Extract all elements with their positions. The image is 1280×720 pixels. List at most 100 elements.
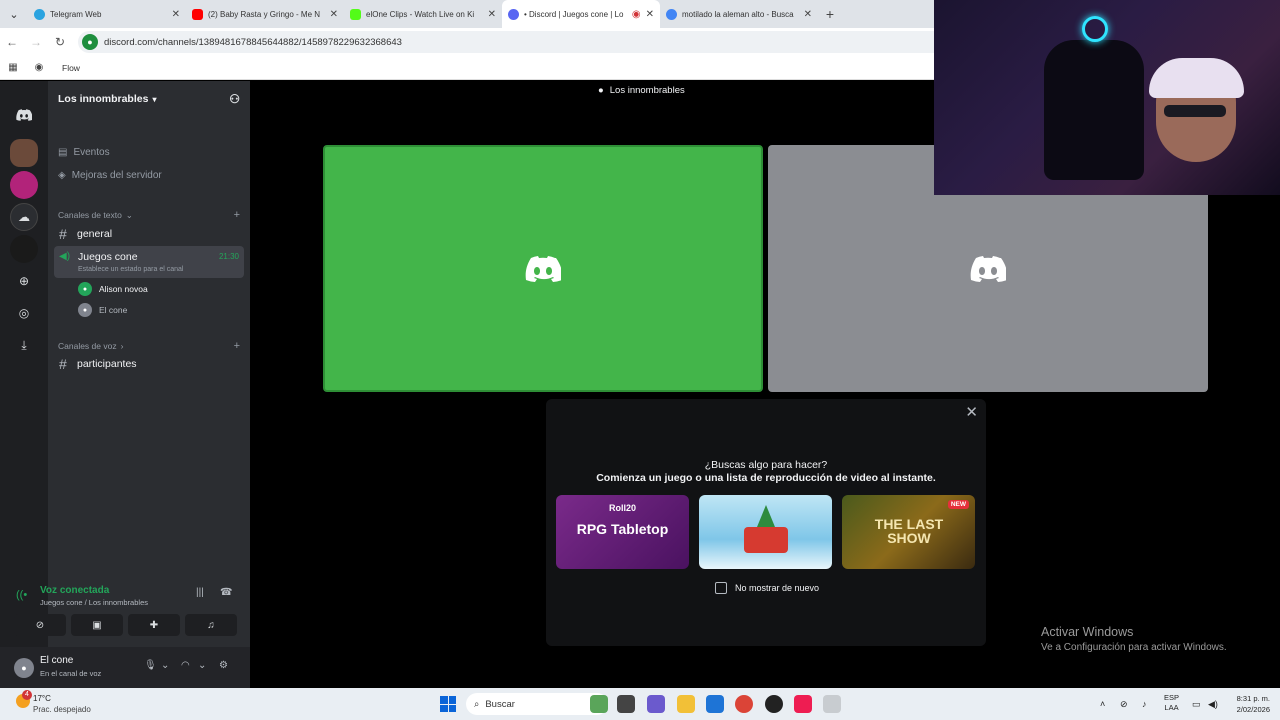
voice-status[interactable]: Voz conectada: [40, 585, 109, 596]
close-icon[interactable]: ✕: [965, 403, 978, 421]
add-channel-icon[interactable]: +: [234, 340, 240, 352]
mic-indicator-icon[interactable]: ●: [82, 34, 98, 50]
checkbox[interactable]: [715, 582, 727, 594]
disconnect-icon[interactable]: ☎: [220, 587, 232, 598]
chrome-icon[interactable]: [735, 695, 753, 713]
category-label: Canales de texto: [58, 210, 122, 220]
tab-search-icon[interactable]: ⌄: [0, 0, 28, 28]
display-icon[interactable]: ▭: [1192, 688, 1201, 720]
clock[interactable]: 8:31 p. m. 2/02/2026: [1228, 693, 1270, 715]
obs-icon[interactable]: [765, 695, 783, 713]
voice-icon: ●: [598, 85, 604, 96]
microphone-icon[interactable]: 🎙︎: [144, 660, 157, 671]
tab-youtube[interactable]: (2) Baby Rasta y Gringo - Me N ✕: [186, 0, 344, 28]
watermark-line2: Ve a Configuración para activar Windows.: [1041, 642, 1227, 653]
recording-icon: ◉: [631, 8, 641, 20]
channel-status[interactable]: Establece un estado para el canal: [78, 266, 183, 273]
new-tab-icon[interactable]: +: [818, 6, 842, 22]
weather-widget[interactable]: 4 17°C Prac. despejado: [14, 690, 114, 716]
activity-card-rpg-tabletop[interactable]: Roll20 RPG Tabletop: [556, 495, 689, 569]
voice-user[interactable]: ● El cone: [78, 303, 127, 317]
download-icon[interactable]: ⤓: [10, 331, 38, 359]
voice-category[interactable]: Canales de voz › +: [58, 340, 240, 352]
network-off-icon[interactable]: ⊘: [1120, 688, 1128, 720]
server-header[interactable]: Los innombrables ▾ ⚇: [48, 81, 250, 117]
add-server-icon[interactable]: ⊕: [10, 267, 38, 295]
chevron-down-icon[interactable]: ⌄: [161, 660, 169, 671]
back-icon[interactable]: ←: [0, 30, 24, 54]
file-explorer-icon[interactable]: [677, 695, 695, 713]
store-icon[interactable]: [706, 695, 724, 713]
add-member-icon[interactable]: ⚇: [229, 92, 240, 106]
activity-card-last-show[interactable]: THE LAST SHOW NEW: [842, 495, 975, 569]
close-tab-icon[interactable]: ✕: [646, 9, 654, 20]
text-category[interactable]: Canales de texto ⌄ +: [58, 209, 240, 221]
server-icon[interactable]: [10, 235, 38, 263]
add-channel-icon[interactable]: +: [234, 209, 240, 221]
chevron-down-icon: ⌄: [125, 209, 133, 220]
tab-telegram[interactable]: Telegram Web ✕: [28, 0, 186, 28]
screenshare-button[interactable]: ▣: [71, 614, 123, 636]
tree-illustration: [757, 505, 775, 527]
user-panel: ● El cone En el canal de voz 🎙︎ ⌄ ◠ ⌄ ⚙: [0, 647, 250, 688]
tab-title: • Discord | Juegos cone | Lo: [524, 9, 624, 19]
search-label: Buscar: [485, 698, 515, 710]
soundboard-button[interactable]: ♫: [185, 614, 237, 636]
task-view-icon[interactable]: [617, 695, 635, 713]
avatar: ●: [78, 282, 92, 296]
close-tab-icon[interactable]: ✕: [330, 9, 338, 20]
app-icon[interactable]: [823, 695, 841, 713]
tab-kick[interactable]: elOne Clips - Watch Live on Ki ✕: [344, 0, 502, 28]
voice-location[interactable]: Juegos cone / Los innombrables: [40, 598, 148, 607]
server-icon[interactable]: [10, 171, 38, 199]
activity-card-snow-game[interactable]: [699, 495, 832, 569]
explore-icon[interactable]: ◎: [10, 299, 38, 327]
apps-grid-icon[interactable]: ▦: [0, 62, 26, 73]
chevron-down-icon[interactable]: ⌄: [198, 660, 206, 671]
google-icon: [666, 8, 677, 20]
user-name[interactable]: El cone: [40, 655, 73, 666]
bookmark-flow[interactable]: Flow: [62, 63, 80, 73]
discord-home-icon[interactable]: [10, 101, 38, 129]
gear-icon[interactable]: ⚙: [219, 660, 228, 671]
boost-item[interactable]: ◈ Mejoras del servidor: [58, 170, 162, 181]
globe-icon: ◉: [34, 62, 44, 73]
chevron-up-icon[interactable]: ˄: [1100, 688, 1105, 720]
tab-discord[interactable]: • Discord | Juegos cone | Lo ◉ ✕: [502, 0, 660, 28]
dont-show-again[interactable]: No mostrar de nuevo: [715, 582, 819, 594]
language-indicator[interactable]: ESP LAA: [1164, 693, 1179, 713]
close-tab-icon[interactable]: ✕: [488, 9, 496, 20]
tiktok-icon[interactable]: [794, 695, 812, 713]
signal-icon[interactable]: ((•: [16, 589, 27, 601]
events-item[interactable]: ▤ Eventos: [58, 147, 110, 158]
participant-tile-speaking[interactable]: [323, 145, 763, 392]
volume-icon[interactable]: ◀): [1208, 688, 1218, 720]
server-active-icon[interactable]: ☁: [10, 203, 38, 231]
headphones-icon[interactable]: ◠: [181, 660, 190, 671]
close-tab-icon[interactable]: ✕: [804, 9, 812, 20]
streamer-glasses: [1164, 105, 1226, 117]
camera-off-button[interactable]: ⊘: [14, 614, 66, 636]
widgets-icon[interactable]: [590, 695, 608, 713]
server-icon[interactable]: [10, 139, 38, 167]
microphone-icon[interactable]: ♪: [1142, 688, 1147, 720]
start-button[interactable]: [440, 696, 456, 712]
close-tab-icon[interactable]: ✕: [172, 9, 180, 20]
channel-participantes[interactable]: # participantes: [54, 354, 244, 374]
reload-icon[interactable]: ↻: [48, 30, 72, 54]
voice-user[interactable]: ● Alison novoa: [78, 282, 148, 296]
forward-icon[interactable]: →: [24, 30, 48, 54]
screen: ⌄ Telegram Web ✕ (2) Baby Rasta y Gringo…: [0, 0, 1280, 720]
server-name: Los innombrables: [58, 93, 149, 105]
discord-icon: [508, 8, 519, 20]
avatar[interactable]: ●: [14, 658, 34, 678]
channel-general[interactable]: # general: [54, 224, 244, 244]
teams-icon[interactable]: [647, 695, 665, 713]
tab-google[interactable]: motilado la aleman alto - Busca ✕: [660, 0, 818, 28]
activities-button[interactable]: ✚: [128, 614, 180, 636]
voice-channel-active[interactable]: ◀) Juegos cone Establece un estado para …: [54, 246, 244, 278]
url-text: discord.com/channels/1389481678845644882…: [104, 36, 402, 48]
taskbar-search[interactable]: ⌕ Buscar: [466, 693, 608, 715]
calendar-icon: ▤: [58, 147, 68, 158]
soundboard-wave-icon[interactable]: |||: [196, 587, 204, 598]
